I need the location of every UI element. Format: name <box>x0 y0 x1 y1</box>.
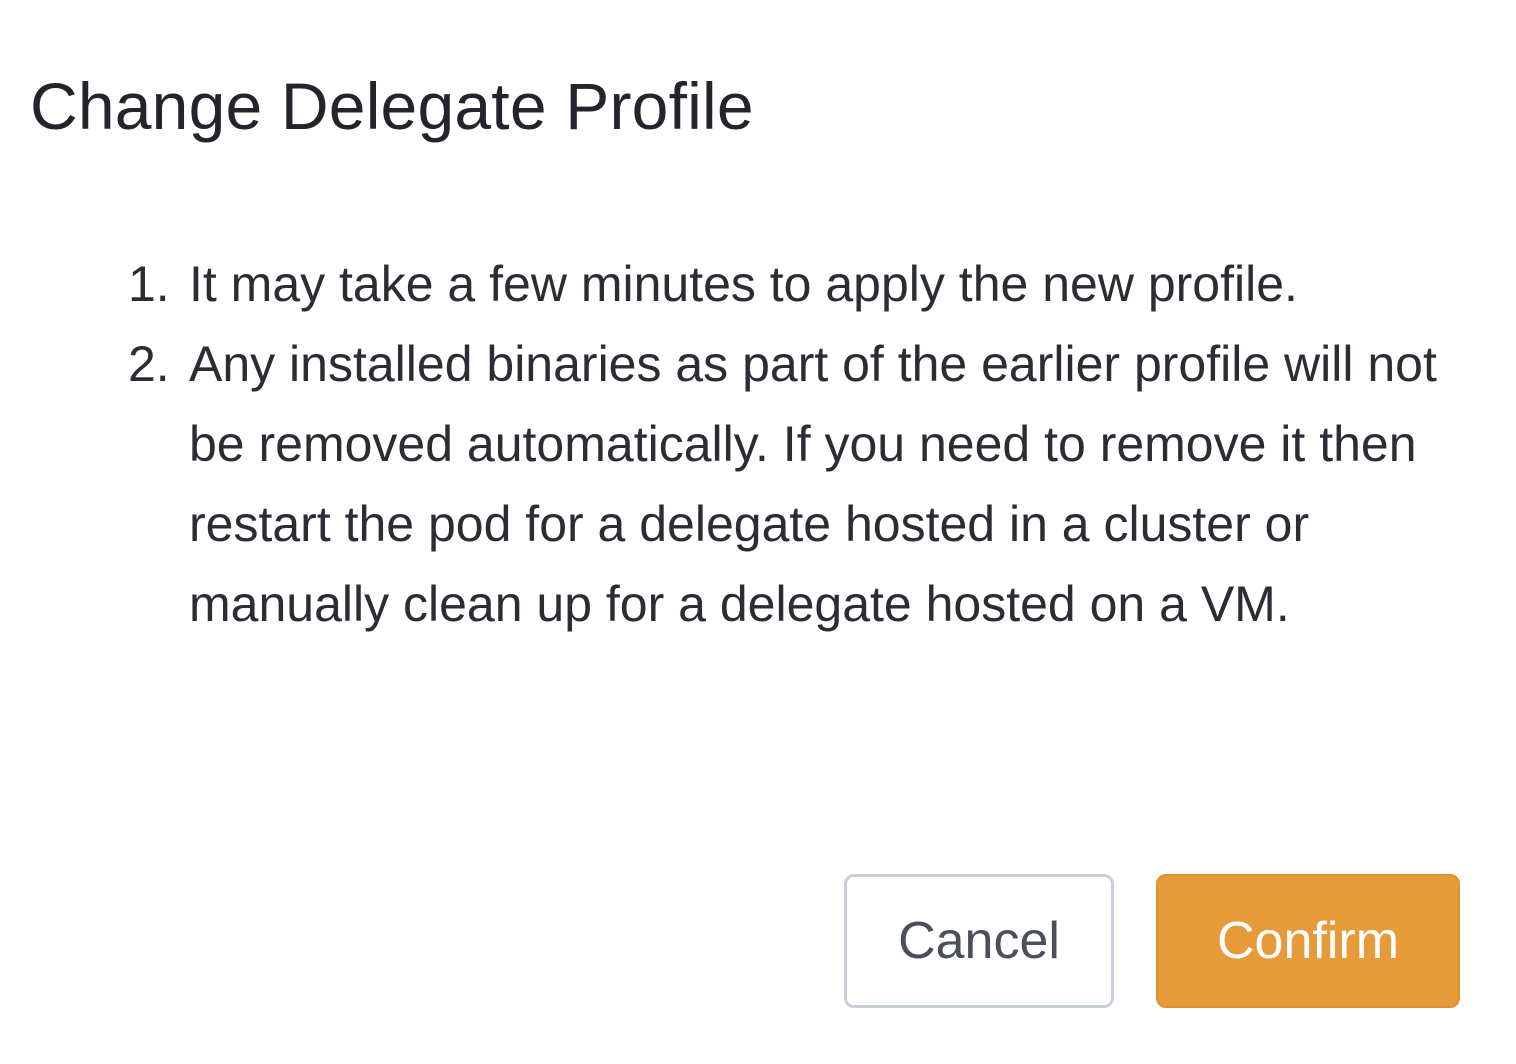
dialog-title: Change Delegate Profile <box>30 69 754 143</box>
confirm-button[interactable]: Confirm <box>1156 874 1460 1008</box>
note-item: 1. It may take a few minutes to apply th… <box>128 244 1468 324</box>
change-delegate-profile-dialog: Change Delegate Profile 1. It may take a… <box>0 0 1516 1064</box>
note-number: 1. <box>128 256 170 312</box>
note-text: It may take a few minutes to apply the n… <box>189 256 1298 312</box>
dialog-actions: Cancel Confirm <box>844 874 1460 1008</box>
note-text: Any installed binaries as part of the ea… <box>189 336 1437 632</box>
notes-list: 1. It may take a few minutes to apply th… <box>128 244 1468 644</box>
note-item: 2. Any installed binaries as part of the… <box>128 324 1468 644</box>
cancel-button[interactable]: Cancel <box>844 874 1114 1008</box>
note-number: 2. <box>128 336 170 392</box>
